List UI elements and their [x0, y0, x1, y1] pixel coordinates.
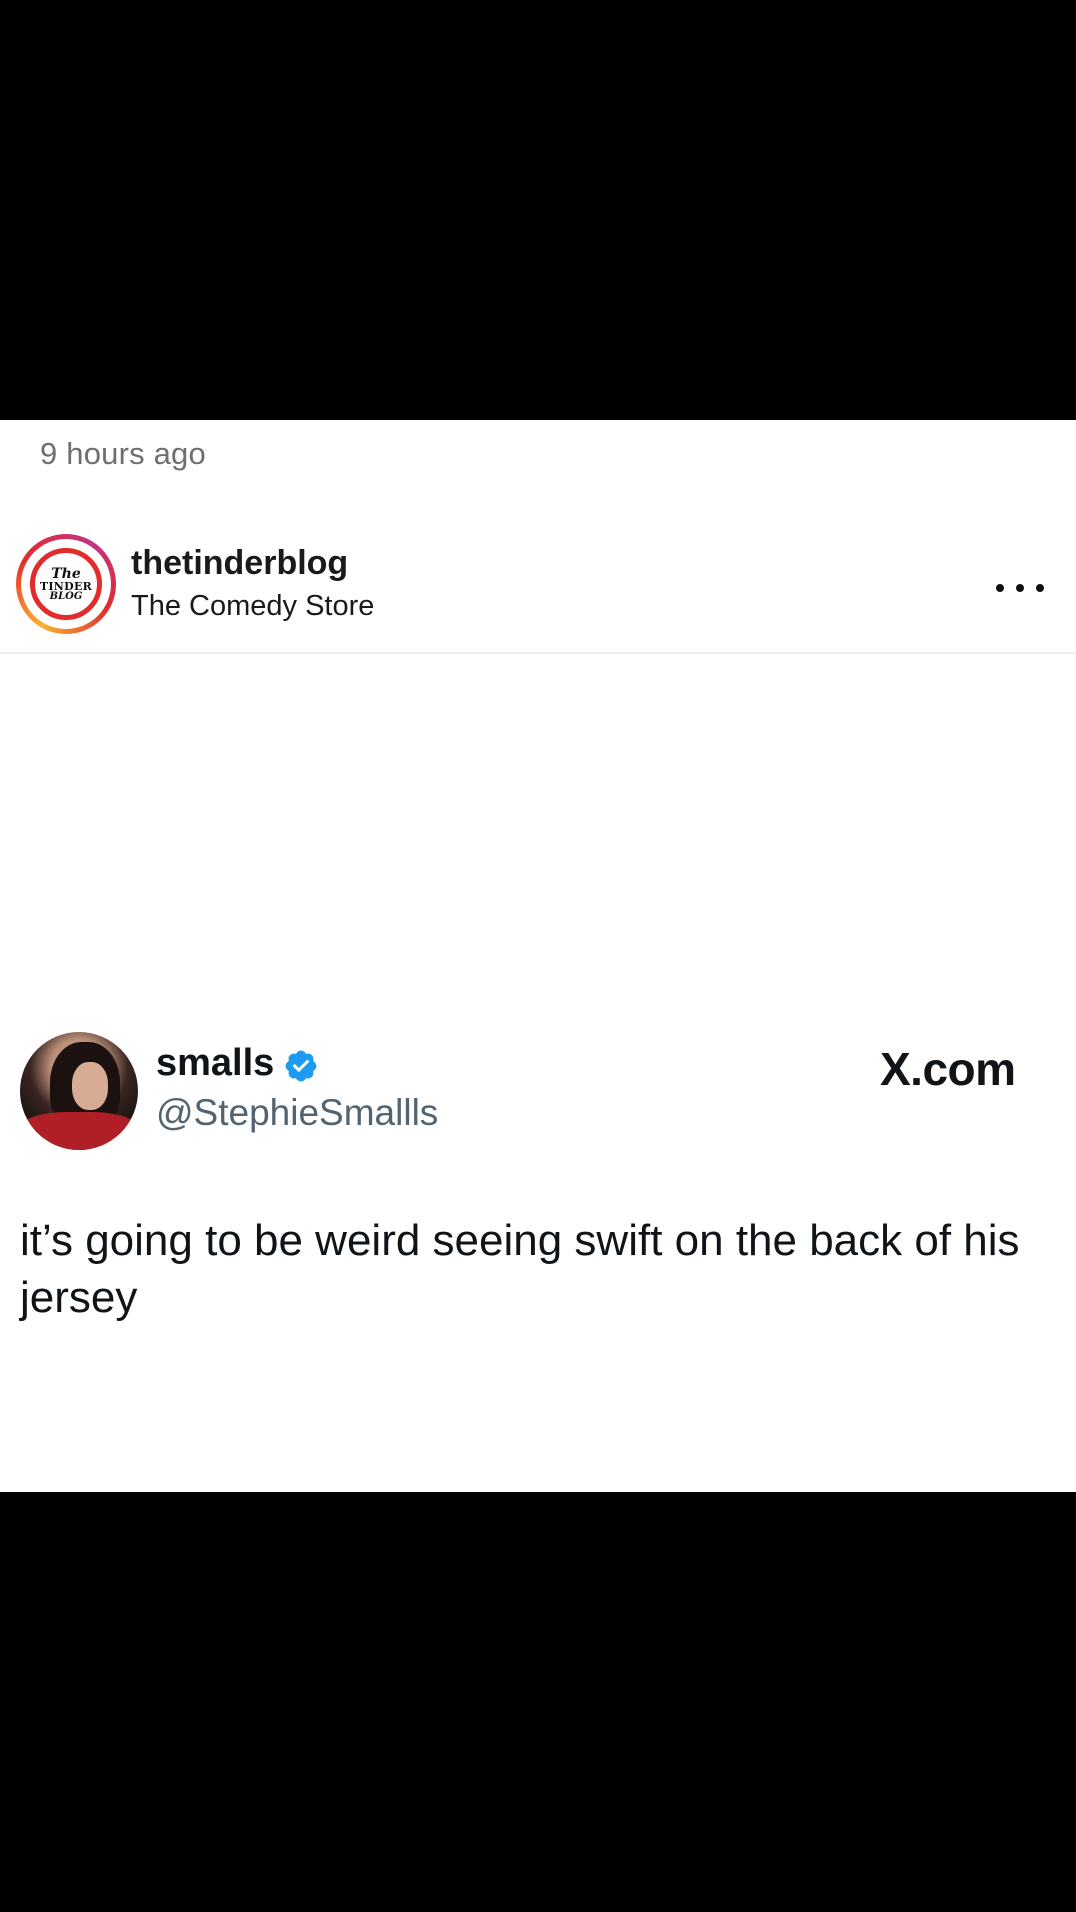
tweet-text: it’s going to be weird seeing swift on t…: [20, 1216, 1020, 1322]
tweet-display-name: smalls: [156, 1042, 275, 1084]
xcom-source-label: X.com: [880, 1043, 1016, 1095]
tinderblog-logo: The TINDER BLOG: [30, 548, 102, 620]
verified-badge-icon: [285, 1050, 317, 1082]
account-name[interactable]: thetinderblog: [131, 544, 348, 583]
top-letterbox: [0, 0, 1076, 420]
bottom-letterbox: [0, 1492, 1076, 1912]
header-divider: [0, 652, 1076, 654]
tweet-handle: @StephieSmallls: [156, 1092, 439, 1133]
post-content: 9 hours ago The TINDER BLOG thetinderblo…: [0, 420, 1076, 1492]
tweet-avatar: [20, 1032, 138, 1150]
post-location[interactable]: The Comedy Store: [131, 590, 374, 623]
account-avatar[interactable]: The TINDER BLOG: [16, 534, 116, 634]
more-options-icon[interactable]: [996, 578, 1044, 598]
post-timestamp: 9 hours ago: [40, 436, 206, 471]
